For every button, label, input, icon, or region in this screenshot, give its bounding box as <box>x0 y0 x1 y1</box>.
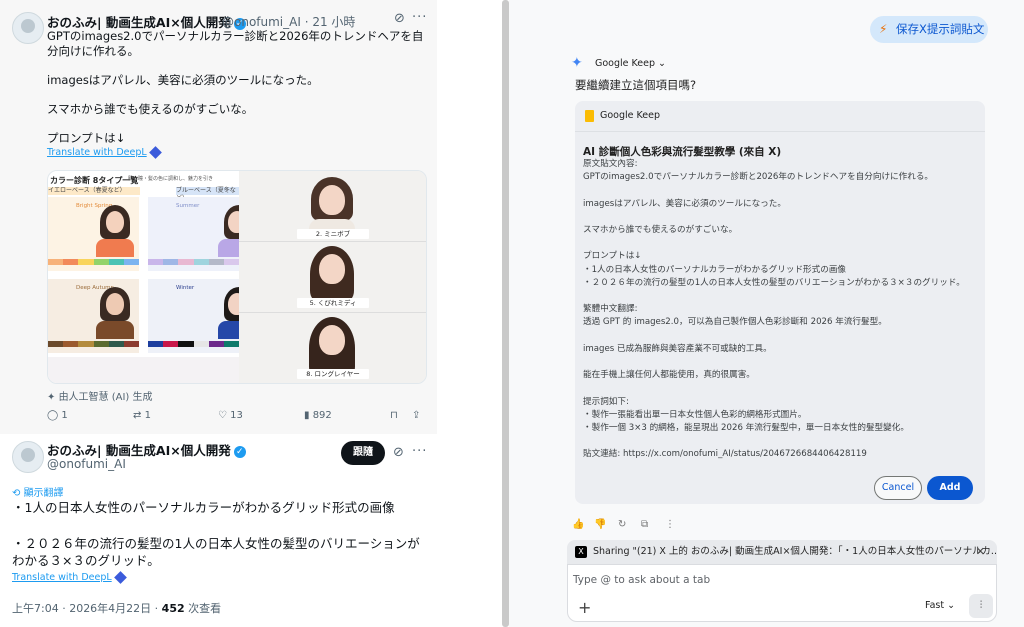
hair-label: 2. ミニボブ <box>297 229 369 239</box>
google-keep-icon <box>585 110 594 122</box>
sharing-tab-chip: X Sharing "(21) X 上的 おのふみ| 動画生成AI×個人開発：「… <box>567 540 997 564</box>
note-body: 原文貼文內容: GPTのimages2.0でパーソナルカラー診断と2026年のト… <box>583 159 965 460</box>
reply-icon: ◯ <box>47 410 62 421</box>
tweet-media[interactable]: カラー診断 8タイプ一覧 肌・瞳・髪の色に調和し、魅力を引き イエローベース（春… <box>47 170 427 384</box>
color-cell: Summer <box>148 197 239 271</box>
translate-link[interactable]: Translate with DeepL <box>12 571 127 584</box>
show-translation-link[interactable]: ⟲ 顯示翻譯 <box>12 484 64 499</box>
gemini-sparkle-icon: ✦ <box>571 55 583 71</box>
thumbs-down-icon[interactable]: 👎 <box>594 519 606 530</box>
color-cell: Winter <box>148 279 239 353</box>
prompt-input[interactable]: Type @ to ask about a tab + Fast ⌄ ⫶ <box>567 564 997 622</box>
card-app-label: Google Keep <box>600 110 660 121</box>
hair-panel: 5. くびれミディ <box>239 242 426 313</box>
prompt-placeholder[interactable]: Type @ to ask about a tab <box>573 574 710 586</box>
image-footer <box>48 357 239 383</box>
hair-label: 8. ロングレイヤー <box>297 369 369 379</box>
bookmark-icon[interactable]: ⊓ <box>390 410 398 421</box>
tweet-body: GPTのimages2.0でパーソナルカラー診断と2026年のトレンドヘアを自分… <box>47 29 424 145</box>
handle[interactable]: @onofumi_AI <box>47 457 126 471</box>
x-timeline: おのふみ| 動画生成AI×個人開発 ✓ @onofumi_AI · 21 小時 ⊘… <box>0 0 437 627</box>
scrollbar[interactable] <box>502 0 509 627</box>
retweet-icon: ⇄ <box>133 410 145 421</box>
bar-chart-icon: ▮ <box>304 410 313 421</box>
hair-label: 5. くびれミディ <box>297 298 369 308</box>
plus-icon[interactable]: + <box>578 598 591 617</box>
hair-panel: 8. ロングレイヤー <box>239 313 426 383</box>
retweet-button[interactable]: ⇄ 1 <box>133 410 151 421</box>
more-options-icon[interactable]: ⋮ <box>665 519 675 530</box>
tweet-quoted[interactable]: おのふみ| 動画生成AI×個人開発 ✓ @onofumi_AI · 21 小時 ⊘… <box>0 0 437 434</box>
deepl-icon <box>113 571 127 584</box>
yellow-base-label: イエローベース（春夏など） <box>48 187 140 195</box>
tweet-line-1: ・1人の日本人女性のパーソナルカラーがわかるグリッド形式の画像 <box>12 500 395 515</box>
hairstyle-grid-image[interactable]: 2. ミニボブ 5. くびれミディ 8. ロングレイヤー <box>239 171 426 383</box>
voice-icon[interactable]: ⫶ <box>969 594 993 618</box>
avatar[interactable] <box>12 441 44 473</box>
color-diagnosis-image[interactable]: カラー診断 8タイプ一覧 肌・瞳・髪の色に調和し、魅力を引き イエローベース（春… <box>48 171 239 383</box>
grok-icon[interactable]: ⊘ <box>394 11 405 26</box>
translate-link[interactable]: Translate with DeepL <box>47 146 162 159</box>
thumbs-up-icon[interactable]: 👍 <box>572 519 584 530</box>
close-icon[interactable]: ✕ <box>976 540 985 564</box>
blue-base-label: ブルーベース（夏冬など） <box>176 187 239 202</box>
share-icon[interactable]: ⇪ <box>412 410 420 421</box>
bolt-icon: ⚡ <box>879 22 888 36</box>
type-label: Winter <box>176 285 195 291</box>
avatar[interactable] <box>12 12 44 44</box>
keep-note-card: Google Keep AI 診斷個人色彩與流行髮型教學 (來自 X) 原文貼文… <box>575 101 985 504</box>
color-cell: Deep Autumn <box>48 279 139 353</box>
hair-panel: 2. ミニボブ <box>239 171 426 242</box>
app-selector[interactable]: Google Keep ⌄ <box>595 58 666 69</box>
tweet-line-2: ・２０２６年の流行の髪型の1人の日本人女性の髪型のバリエーションが わかる３×３… <box>12 536 420 568</box>
like-button[interactable]: ♡ 13 <box>218 410 243 421</box>
ai-generated-label: ✦ 由人工智慧 (AI) 生成 <box>47 392 153 403</box>
reply-button[interactable]: ◯ 1 <box>47 410 68 421</box>
grok-icon[interactable]: ⊘ <box>393 445 404 460</box>
heart-icon: ♡ <box>218 410 231 421</box>
model-selector[interactable]: Fast ⌄ <box>925 600 955 611</box>
ai-sparkle-icon: ✦ <box>47 392 59 403</box>
cancel-button[interactable]: Cancel <box>874 476 922 500</box>
panel-gap <box>437 0 509 627</box>
copy-icon[interactable]: ⧉ <box>641 519 648 530</box>
tweet-timestamp: 上午7:04 · 2026年4月22日 · 452 次查看 <box>12 602 222 615</box>
translate-icon: ⟲ <box>12 488 24 499</box>
regenerate-icon[interactable]: ↻ <box>618 519 626 530</box>
follow-button[interactable]: 跟隨 <box>341 441 385 465</box>
chevron-down-icon: ⌄ <box>658 58 666 69</box>
confirm-question: 要繼續建立這個項目嗎? <box>575 78 697 92</box>
card-header: Google Keep <box>575 101 985 132</box>
views-button[interactable]: ▮ 892 <box>304 410 332 421</box>
sharing-text: Sharing "(21) X 上的 おのふみ| 動画生成AI×個人開発：「・1… <box>593 546 997 557</box>
chevron-down-icon: ⌄ <box>947 600 956 611</box>
add-button[interactable]: Add <box>927 476 973 500</box>
x-logo-icon: X <box>575 546 587 558</box>
verified-icon: ✓ <box>233 445 246 458</box>
more-icon[interactable]: ··· <box>412 10 427 25</box>
image-title: カラー診断 8タイプ一覧 <box>50 176 139 185</box>
save-prompt-button[interactable]: ⚡ 保存X提示詞貼文 <box>870 16 988 43</box>
color-cell: Bright Spring <box>48 197 139 271</box>
deepl-icon <box>148 146 162 159</box>
type-label: Summer <box>176 203 200 209</box>
handle-time[interactable]: @onofumi_AI · 21 小時 <box>222 13 355 30</box>
image-subtitle: 肌・瞳・髪の色に調和し、魅力を引き <box>128 176 214 182</box>
more-icon[interactable]: ··· <box>412 444 427 459</box>
note-title: AI 診斷個人色彩與流行髮型教學 (來自 X) <box>583 146 782 158</box>
